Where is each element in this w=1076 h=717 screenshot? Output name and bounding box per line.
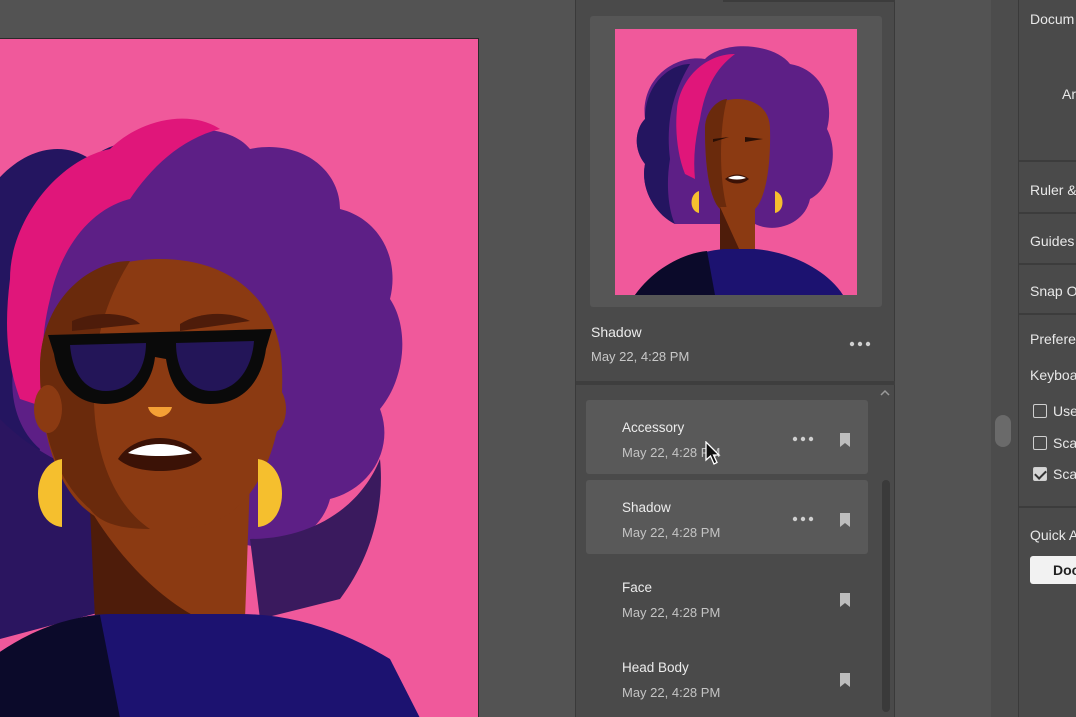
section-divider xyxy=(1019,313,1076,315)
section-divider xyxy=(1019,506,1076,508)
history-item-accessory[interactable]: Accessory May 22, 4:28 PM xyxy=(586,400,868,474)
properties-panel: Docum Ar Ruler & Guides Snap O Prefere K… xyxy=(1018,0,1076,717)
panel-top-edge xyxy=(723,0,895,2)
bookmark-icon[interactable] xyxy=(839,432,851,448)
scrollbar-thumb[interactable] xyxy=(882,480,890,712)
history-item-name: Accessory xyxy=(622,420,685,435)
history-preview-thumbnail xyxy=(615,29,857,295)
document-setup-button[interactable]: Doc xyxy=(1030,556,1076,584)
panel-divider xyxy=(576,381,896,385)
history-item-name: Head Body xyxy=(622,660,689,675)
history-item-shadow[interactable]: Shadow May 22, 4:28 PM xyxy=(586,480,868,554)
ruler-section-label[interactable]: Ruler & xyxy=(1030,182,1076,198)
portrait-illustration xyxy=(0,39,478,717)
checkbox-label: Sca xyxy=(1053,466,1076,482)
section-divider xyxy=(1019,160,1076,162)
panel-gutter xyxy=(895,0,1018,717)
snap-section-label[interactable]: Snap O xyxy=(1030,283,1076,299)
guides-section-label[interactable]: Guides xyxy=(1030,233,1074,249)
history-item-date: May 22, 4:28 PM xyxy=(622,525,721,540)
checkbox-scale-1[interactable] xyxy=(1033,436,1047,450)
history-item-name: Face xyxy=(622,580,653,595)
bookmark-icon[interactable] xyxy=(839,592,851,608)
more-horizontal-icon[interactable] xyxy=(848,337,872,351)
chevron-up-icon[interactable] xyxy=(880,389,890,397)
quick-actions-label: Quick A xyxy=(1030,527,1076,543)
preview-date: May 22, 4:28 PM xyxy=(591,349,690,364)
artboard[interactable] xyxy=(0,38,479,717)
artboard-label: Ar xyxy=(1062,86,1076,102)
panel-gutter-strip xyxy=(991,0,1018,717)
history-item-date: May 22, 4:28 PM xyxy=(622,685,721,700)
document-section-label: Docum xyxy=(1030,11,1075,27)
checkbox-label: Sca xyxy=(1053,435,1076,451)
section-divider xyxy=(1019,263,1076,265)
canvas-area[interactable] xyxy=(0,0,575,717)
arrow-cursor-icon xyxy=(705,441,721,465)
history-item-date: May 22, 4:28 PM xyxy=(622,605,721,620)
checkbox-use[interactable] xyxy=(1033,404,1047,418)
history-item-face[interactable]: Face May 22, 4:28 PM xyxy=(586,560,868,634)
section-divider xyxy=(1019,212,1076,214)
more-horizontal-icon[interactable] xyxy=(791,515,815,523)
checkbox-label: Use xyxy=(1053,403,1076,419)
history-preview-card[interactable] xyxy=(590,16,882,307)
history-item-head-body[interactable]: Head Body May 22, 4:28 PM xyxy=(586,640,868,714)
checkbox-scale-2[interactable] xyxy=(1033,467,1047,481)
bookmark-icon[interactable] xyxy=(839,512,851,528)
preferences-label[interactable]: Prefere xyxy=(1030,331,1076,347)
preview-title: Shadow xyxy=(591,324,642,340)
history-item-name: Shadow xyxy=(622,500,671,515)
bookmark-icon[interactable] xyxy=(839,672,851,688)
panel-resize-handle[interactable] xyxy=(995,415,1011,447)
more-horizontal-icon[interactable] xyxy=(791,435,815,443)
history-panel: Shadow May 22, 4:28 PM Accessory May 22,… xyxy=(575,0,896,717)
keyboard-label[interactable]: Keyboa xyxy=(1030,367,1076,383)
